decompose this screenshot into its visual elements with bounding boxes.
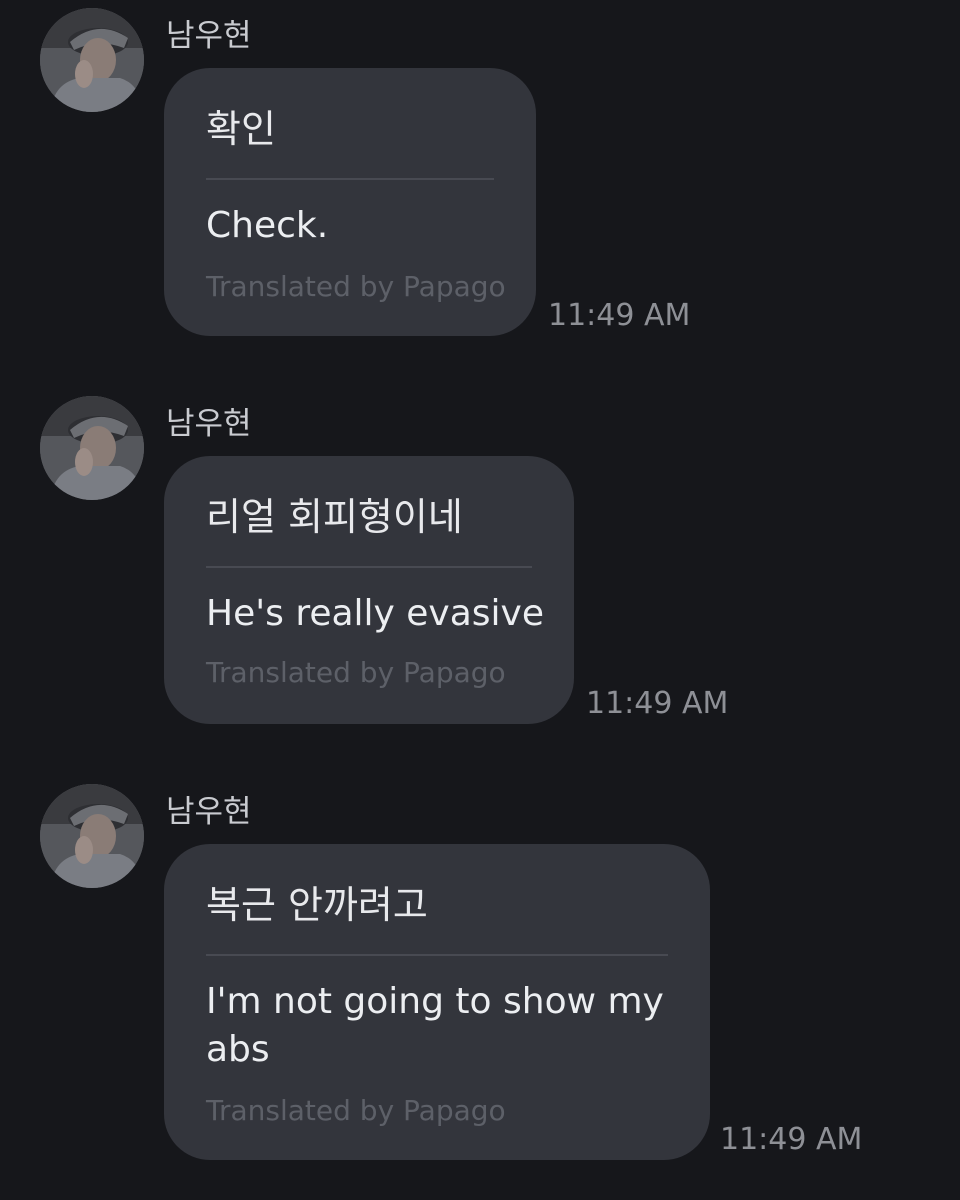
- original-text: 복근 안까려고: [206, 883, 428, 927]
- translated-text: I'm not going to show my abs: [206, 981, 664, 1070]
- sender-avatar[interactable]: [40, 396, 144, 500]
- sender-avatar[interactable]: [40, 784, 144, 888]
- message-bubble[interactable]: 리얼 회피형이네 He's really evasive Translated …: [164, 456, 574, 724]
- sender-name: 남우현: [166, 794, 252, 830]
- translation-divider: [206, 178, 494, 180]
- original-text: 리얼 회피형이네: [206, 495, 463, 539]
- translation-divider: [206, 954, 668, 956]
- user-avatar-photo-icon: [40, 396, 144, 500]
- translated-text: He's really evasive: [206, 593, 545, 634]
- translation-credit: Translated by Papago: [206, 270, 506, 303]
- chat-message: 남우현 리얼 회피형이네 He's really evasive Transla…: [0, 390, 960, 750]
- message-timestamp: 11:49 AM: [720, 1122, 863, 1157]
- chat-message: 남우현 복근 안까려고 I'm not going to show my abs…: [0, 778, 960, 1200]
- user-avatar-photo-icon: [40, 8, 144, 112]
- message-timestamp: 11:49 AM: [586, 686, 729, 721]
- user-avatar-photo-icon: [40, 784, 144, 888]
- translation-credit: Translated by Papago: [206, 656, 506, 689]
- sender-avatar[interactable]: [40, 8, 144, 112]
- sender-name: 남우현: [166, 18, 252, 54]
- sender-name: 남우현: [166, 406, 252, 442]
- message-timestamp: 11:49 AM: [548, 298, 691, 333]
- chat-message: 남우현 확인 Check. Translated by Papago 11:49…: [0, 0, 960, 360]
- original-text: 확인: [206, 107, 276, 151]
- translated-text: Check.: [206, 205, 329, 246]
- translation-divider: [206, 566, 532, 568]
- message-bubble[interactable]: 확인 Check. Translated by Papago: [164, 68, 536, 336]
- message-bubble[interactable]: 복근 안까려고 I'm not going to show my abs Tra…: [164, 844, 710, 1160]
- translation-credit: Translated by Papago: [206, 1094, 506, 1127]
